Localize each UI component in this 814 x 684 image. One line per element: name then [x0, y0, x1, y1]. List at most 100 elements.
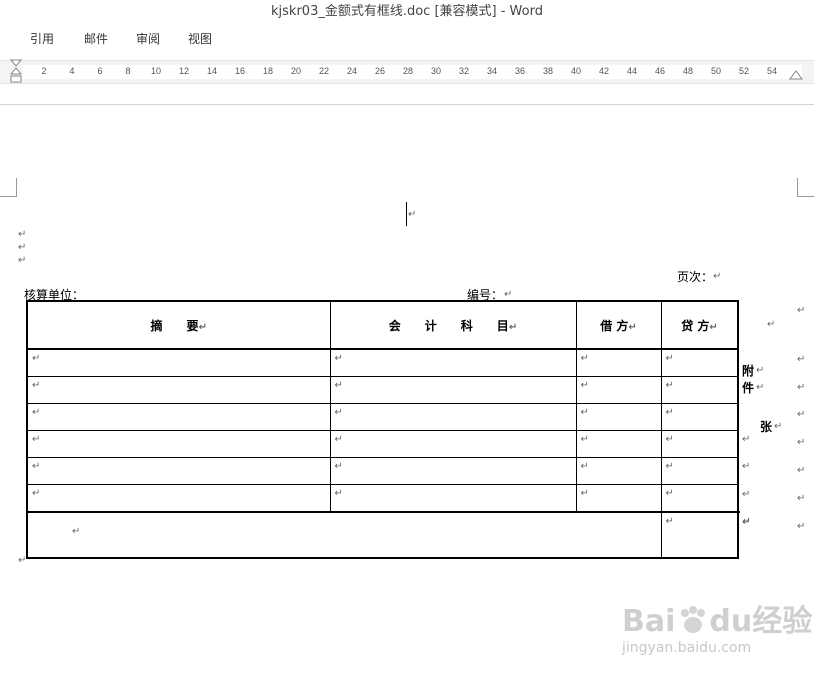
table-cell[interactable]: ↵ [660, 484, 739, 513]
ruler-number: 14 [206, 66, 218, 76]
paragraph-mark: ↵ [334, 461, 343, 472]
paw-icon [681, 606, 706, 633]
paragraph-mark: ↵ [665, 461, 674, 472]
paragraph-mark: ↵ [580, 434, 589, 445]
header-credit[interactable]: 贷 方↵ [660, 300, 739, 350]
ruler-number: 46 [654, 66, 666, 76]
paragraph-mark: ↵ [18, 255, 27, 266]
table-cell[interactable]: ↵ [26, 457, 331, 485]
paragraph-mark: ↵ [797, 493, 806, 504]
paragraph-mark: ↵ [665, 434, 674, 445]
table-cell[interactable]: ↵ [329, 457, 577, 485]
table-cell[interactable]: ↵ [26, 376, 331, 404]
table-cell[interactable]: ↵ [329, 348, 577, 377]
table-cell[interactable]: ↵ [329, 403, 577, 431]
paragraph-mark: ↵ [797, 521, 806, 532]
table-row: ↵ ↵ ↵ ↵ [26, 484, 739, 513]
table-cell[interactable]: ↵ [660, 348, 739, 377]
table-row: ↵ ↵ ↵ ↵ [26, 376, 739, 404]
table-cell[interactable]: ↵ [575, 376, 662, 404]
table-cell[interactable]: ↵ [329, 376, 577, 404]
ruler-number: 38 [542, 66, 554, 76]
paragraph-mark: ↵ [32, 407, 41, 418]
paragraph-mark: ↵ [665, 407, 674, 418]
paragraph-mark: ↵ [742, 517, 751, 528]
paragraph-mark: ↵ [797, 354, 806, 365]
baidu-watermark: Bai du经验 jingyan.baidu.com [622, 596, 813, 656]
crop-mark-right-icon [797, 178, 814, 197]
ruler-number: 24 [346, 66, 358, 76]
paragraph-mark: ↵ [72, 526, 81, 537]
watermark-brand-2: du [709, 604, 753, 639]
table-cell[interactable]: ↵ [26, 430, 331, 458]
ruler-number: 34 [486, 66, 498, 76]
paragraph-mark: ↵ [334, 488, 343, 499]
tab-references[interactable]: 引用 [30, 30, 54, 47]
table-cell[interactable]: ↵ [575, 484, 662, 513]
tab-review[interactable]: 审阅 [136, 30, 160, 47]
ruler-number: 44 [626, 66, 638, 76]
ruler-number: 26 [374, 66, 386, 76]
header-summary[interactable]: 摘 要↵ [26, 300, 331, 350]
paragraph-mark: ↵ [32, 380, 41, 391]
table-cell[interactable]: ↵ [575, 403, 662, 431]
paragraph-mark: ↵ [742, 434, 751, 445]
window-title: kjskr03_金额式有框线.doc [兼容模式] - Word [271, 4, 543, 19]
paragraph-mark: ↵ [665, 353, 674, 364]
ruler-number: 10 [150, 66, 162, 76]
table-cell[interactable]: ↵ [575, 348, 662, 377]
table-cell[interactable]: ↵ [575, 457, 662, 485]
paragraph-mark: ↵ [32, 488, 41, 499]
table-total-row: ↵ ↵ ↵ [26, 511, 751, 559]
tab-mailings[interactable]: 邮件 [84, 30, 108, 47]
text-cursor [406, 202, 407, 226]
paragraph-mark: ↵ [767, 319, 776, 330]
ruler-number: 4 [69, 66, 75, 76]
watermark-brand: Bai [622, 604, 676, 639]
header-debit[interactable]: 借 方↵ [575, 300, 662, 350]
ruler-number: 18 [262, 66, 274, 76]
paragraph-mark: ↵ [742, 461, 751, 472]
table-cell[interactable]: ↵ [660, 376, 739, 404]
table-row: ↵ ↵ ↵ ↵ [26, 430, 739, 458]
paragraph-mark: ↵ [665, 380, 674, 391]
paragraph-mark: ↵ [756, 365, 765, 376]
ruler-number: 16 [234, 66, 246, 76]
sheets-label: 张 [760, 420, 773, 434]
ruler-number: 6 [97, 66, 103, 76]
ruler-number: 22 [318, 66, 330, 76]
tab-view[interactable]: 视图 [188, 30, 212, 47]
table-cell[interactable]: ↵ [660, 457, 739, 485]
table-cell[interactable]: ↵ [26, 348, 331, 377]
ruler-number: 32 [458, 66, 470, 76]
table-cell[interactable]: ↵ [26, 511, 662, 559]
ruler-number: 50 [710, 66, 722, 76]
ruler-number: 28 [402, 66, 414, 76]
table-cell[interactable]: ↵ [329, 484, 577, 513]
page-number-label: 页次： [677, 270, 714, 284]
table-cell[interactable]: ↵ [660, 511, 739, 559]
crop-mark-left-icon [0, 178, 17, 197]
table-cell[interactable]: ↵ [26, 484, 331, 513]
table-cell[interactable]: ↵ [575, 430, 662, 458]
right-indent-marker-icon[interactable] [789, 69, 803, 81]
paragraph-mark: ↵ [504, 289, 513, 300]
table-cell[interactable]: ↵ [329, 430, 577, 458]
watermark-product: 经验 [752, 604, 813, 639]
paragraph-mark: ↵ [18, 242, 27, 253]
ruler-number: 20 [290, 66, 302, 76]
paragraph-mark: ↵ [713, 271, 722, 282]
left-indent-marker-icon[interactable] [10, 59, 22, 85]
paragraph-mark: ↵ [580, 407, 589, 418]
table-cell[interactable]: ↵ [26, 403, 331, 431]
header-account[interactable]: 会 计 科 目↵ [329, 300, 577, 350]
paragraph-mark: ↵ [580, 461, 589, 472]
attachment-label-1: 附 [742, 364, 755, 378]
ribbon-tabs: 引用 邮件 审阅 视图 [0, 24, 814, 56]
table-cell[interactable]: ↵ [660, 430, 739, 458]
table-cell[interactable]: ↵ [660, 403, 739, 431]
horizontal-ruler[interactable]: 2 4 6 8 10 12 14 16 18 20 22 24 26 28 30 32 34 36 38 40 42 44… [0, 59, 814, 85]
ruler-number: 42 [598, 66, 610, 76]
paragraph-mark: ↵ [797, 409, 806, 420]
paragraph-mark: ↵ [334, 407, 343, 418]
